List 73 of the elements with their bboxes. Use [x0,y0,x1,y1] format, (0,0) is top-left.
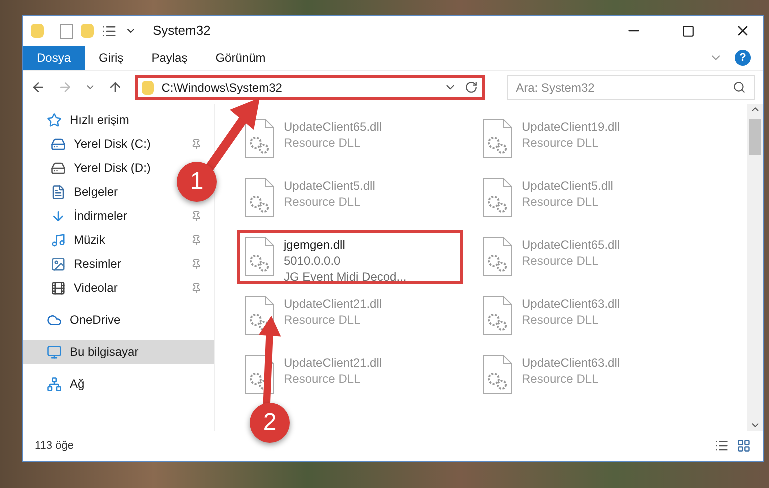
monitor-icon [47,344,62,360]
sidebar-item[interactable]: Resimler [23,252,171,276]
details-view-icon[interactable] [715,439,729,453]
file-name: UpdateClient63.dll [522,296,620,312]
file-name: UpdateClient65.dll [284,119,382,135]
document-icon [51,184,66,200]
picture-icon [51,256,66,272]
file-type: Resource DLL [522,371,600,387]
ribbon-tab[interactable]: Paylaş [138,46,202,70]
file-name: UpdateClient63.dll [522,355,620,371]
sidebar-item[interactable]: İndirmeler [23,204,171,228]
file-version: 5010.0.0.0 [284,253,342,269]
music-note-icon [51,232,66,248]
folder-icon [142,80,154,94]
file-name: UpdateClient5.dll [522,178,614,194]
gear-file-icon [482,119,514,159]
download-arrow-icon [51,208,66,224]
gear-file-icon [482,237,514,277]
address-bar[interactable]: C:\Windows\System32 [134,75,486,100]
refresh-icon[interactable] [465,81,478,94]
sidebar-item[interactable]: Müzik [23,228,171,252]
gear-file-icon [244,237,276,277]
search-icon[interactable] [732,81,746,94]
file-type: Resource DLL [522,312,600,328]
file-name: UpdateClient21.dll [284,296,382,312]
back-arrow-icon[interactable] [31,80,46,95]
ribbon-tab[interactable]: Giriş [85,46,138,70]
file-type: Resource DLL [522,135,600,151]
gear-file-icon [244,119,276,159]
sidebar-item[interactable]: Yerel Disk (C:) [23,132,171,156]
sidebar-item[interactable]: Ağ [23,372,171,396]
gear-file-icon [244,178,276,218]
help-button[interactable]: ? [735,50,751,66]
file-name: UpdateClient19.dll [522,119,620,135]
file-type: Resource DLL [522,194,600,210]
sidebar-item[interactable]: Hızlı erişim [23,108,171,132]
gear-file-icon [482,296,514,336]
search-field[interactable]: Ara: System32 [507,75,755,100]
file-type: Resource DLL [284,371,362,387]
file-type: Resource DLL [284,312,362,328]
star-icon [47,112,62,128]
file-item[interactable]: jgemgen.dll 5010.0.0.0 JG Event Midi Decod... [237,230,463,284]
cloud-icon [47,312,62,328]
drive-icon [51,160,66,176]
file-name: UpdateClient65.dll [522,237,620,253]
search-input[interactable]: Ara: System32 [516,78,733,96]
ribbon-tab[interactable]: Görünüm [202,46,280,70]
file-description: JG Event Midi Decod... [284,269,407,285]
item-count: 113 öğe [35,438,74,454]
sidebar-item[interactable]: Belgeler [23,180,171,204]
scrollbar-thumb[interactable] [749,119,761,155]
maximize-icon[interactable] [682,24,695,38]
file-type: Resource DLL [284,135,362,151]
drive-icon [51,136,66,152]
gear-file-icon [482,178,514,218]
sidebar-item[interactable]: Videolar [23,276,171,300]
file-name: UpdateClient21.dll [284,355,382,371]
sidebar-item[interactable]: Yerel Disk (D:) [23,156,171,180]
sidebar-item[interactable]: OneDrive [23,308,171,332]
address-path: C:\Windows\System32 [162,80,284,96]
window-title: System32 [153,22,211,40]
large-icons-view-icon[interactable] [737,439,751,453]
file-name: jgemgen.dll [284,237,346,253]
file-name: UpdateClient5.dll [284,178,376,194]
properties-icon[interactable] [102,24,117,38]
sidebar-item[interactable]: Bu bilgisayar [23,340,214,364]
ribbon-tab[interactable]: Dosya [23,46,86,70]
film-icon [51,280,66,296]
vertical-scrollbar[interactable] [747,104,763,431]
gear-file-icon [482,355,514,395]
network-icon [47,376,62,392]
file-type: Resource DLL [522,253,600,269]
file-type: Resource DLL [284,194,362,210]
